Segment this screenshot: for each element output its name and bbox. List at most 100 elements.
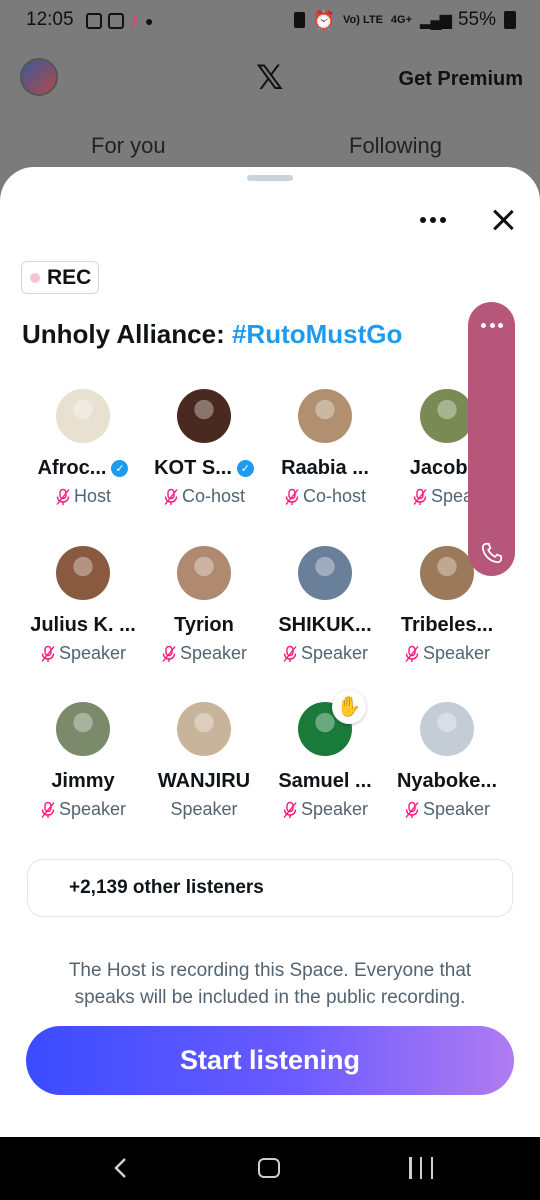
avatar[interactable] [420,389,474,443]
pill-more-icon[interactable] [481,320,503,330]
participant-name-row: Afroc... ✓ [22,457,144,480]
network-label: Vo) LTE [342,13,383,26]
participant-name-row: Tyrion [143,614,265,637]
avatar-image [177,702,231,756]
space-title-hashtag[interactable]: #RutoMustGo [232,319,402,349]
mic-off-icon [412,488,428,506]
home-icon[interactable] [258,1158,280,1178]
close-icon[interactable] [486,203,520,237]
participant-name-row: KOT S... ✓ [143,457,265,480]
avatar[interactable] [298,389,352,443]
participant[interactable]: WANJIRU Speaker [143,702,265,820]
participant-name: SHIKUK... [278,614,372,636]
participant-name: Tribeles... [400,614,494,636]
avatar[interactable]: ✋ [298,690,366,756]
participant-role-row: Speaker [264,643,386,664]
participant-role: Speaker [179,643,248,663]
participant-role-row: Speaker [386,643,508,664]
x-logo-icon: 𝕏 [256,58,284,98]
avatar-image [177,389,231,443]
mic-off-icon [404,645,420,663]
tab-for-you[interactable]: For you [91,133,166,159]
participant-role: Speaker [422,799,491,819]
status-time: 12:05 [26,9,74,30]
participant-role-row: Co-host [143,486,265,507]
participant-role-row: Speaker [264,799,386,820]
space-title-text: Unholy Alliance: [22,319,232,349]
mic-off-icon [282,645,298,663]
avatar[interactable] [56,546,110,600]
phone-icon[interactable] [479,540,505,566]
back-icon[interactable] [110,1156,132,1180]
rec-label: REC [47,265,92,289]
alarm-icon: ⏰ [312,9,335,30]
mic-off-icon [282,801,298,819]
avatar-image [298,389,352,443]
avatar[interactable] [420,546,474,600]
get-premium-link[interactable]: Get Premium [399,68,523,91]
start-listening-button[interactable]: Start listening [26,1026,514,1095]
listeners-box[interactable]: +2,139 other listeners [27,859,513,917]
listeners-count: +2,139 other listeners [69,877,264,898]
avatar[interactable] [177,389,231,443]
raised-hand-icon: ✋ [332,690,366,724]
mic-off-icon [163,488,179,506]
navigation-bar [0,1137,540,1200]
avatar-image [298,546,352,600]
rec-badge: REC [21,261,100,294]
floating-space-pill[interactable] [468,302,515,576]
sheet-grabber[interactable] [247,175,293,181]
participant[interactable]: Nyaboke... Speaker [386,702,508,820]
participant-role: Co-host [302,486,367,506]
participant-name: Afroc... [37,457,107,479]
dot-icon: ● [145,12,154,29]
participant-name: Samuel ... [278,770,372,792]
verified-badge-icon: ✓ [236,460,254,477]
participant[interactable]: Julius K. ... Speaker [22,546,144,664]
avatar[interactable] [177,702,231,756]
participant[interactable]: KOT S... ✓ Co-host [143,389,265,507]
more-icon[interactable] [414,207,452,233]
participant-role: Speaker [58,643,127,663]
participant-role: Speaker [300,799,369,819]
participant[interactable]: SHIKUK... Speaker [264,546,386,664]
avatar[interactable] [298,546,352,600]
avatar[interactable] [420,702,474,756]
participant[interactable]: Afroc... ✓ Host [22,389,144,507]
network-type-label: 4G+ [390,13,413,26]
participant[interactable]: Tyrion Speaker [143,546,265,664]
avatar-image [420,546,474,600]
avatar[interactable] [56,389,110,443]
recording-notice: The Host is recording this Space. Everyo… [68,960,472,1008]
participant[interactable]: ✋ Samuel ... Speaker [264,690,386,820]
participant-role-row: Speaker [22,643,144,664]
mic-off-icon [40,801,56,819]
participant-name: KOT S... [154,457,232,479]
participant-name-row: Tribeles... [386,614,508,637]
mic-off-icon [55,488,71,506]
notification-icons: ♪ ● [86,10,153,31]
mic-off-icon [161,645,177,663]
tab-following[interactable]: Following [349,133,442,159]
participant-name: Tyrion [174,614,234,636]
rec-dot-icon [30,272,40,283]
gallery-icon [86,12,102,29]
participant-name-row: Nyaboke... [386,770,508,793]
tiktok-icon: ♪ [130,10,139,30]
participant-role-row: Speaker [22,799,144,820]
profile-avatar[interactable] [20,58,58,96]
participant-name: Raabia ... [281,457,369,479]
participant-name: WANJIRU [157,770,251,792]
participant-role-row: Speaker [143,643,265,664]
mic-off-icon [40,645,56,663]
participant-role: Co-host [181,486,246,506]
participant[interactable]: Jimmy Speaker [22,702,144,820]
avatar[interactable] [177,546,231,600]
participant-name: Jimmy [51,770,115,792]
participant[interactable]: Raabia ... Co-host [264,389,386,507]
avatar[interactable] [56,702,110,756]
participant-role-row: Host [22,486,144,507]
participant-name-row: SHIKUK... [264,614,386,637]
space-sheet: REC Unholy Alliance: #RutoMustGo Afroc..… [0,167,540,1137]
recent-apps-icon[interactable] [409,1157,433,1179]
